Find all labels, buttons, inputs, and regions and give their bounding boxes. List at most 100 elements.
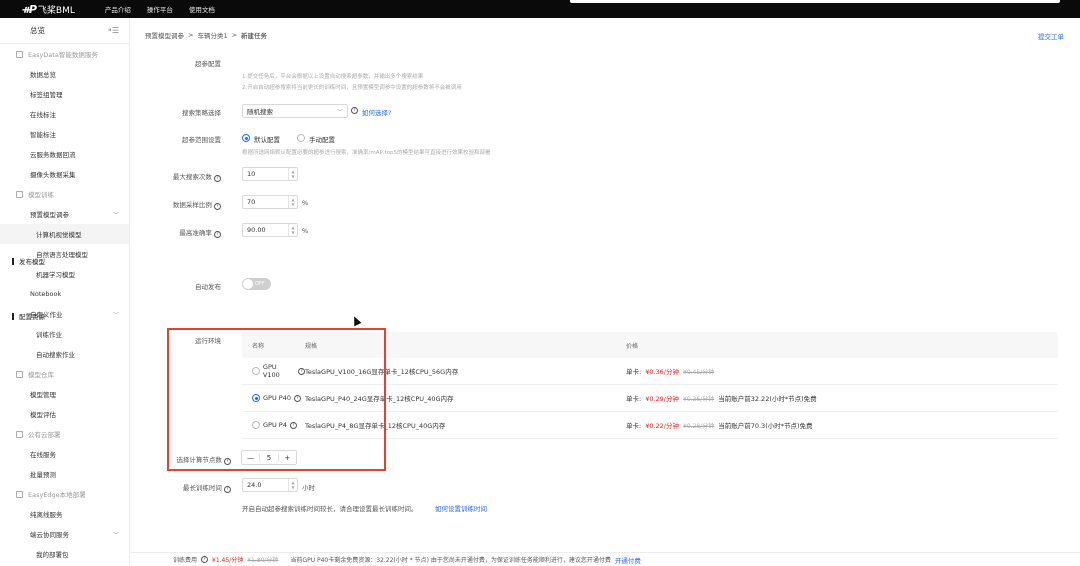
sidebar-item-preset-tuning[interactable]: 预置模型调参 ﹀ — [0, 204, 129, 224]
top-nav: 产品介绍 操作平台 使用文档 — [105, 4, 215, 14]
breadcrumb-separator: > — [188, 31, 194, 39]
submit-ticket-link[interactable]: 提交工单 — [1038, 31, 1064, 41]
spin-arrows-icon: ▲ ▼ — [288, 196, 297, 208]
logo-mark: ᚑP — [22, 2, 37, 16]
sidebar-group-training: 模型训练 — [0, 184, 129, 204]
max-train-time-unit: 小时 — [302, 484, 315, 492]
help-icon[interactable]: ? — [351, 107, 358, 114]
sample-ratio-unit: % — [302, 199, 309, 207]
max-search-input[interactable]: 10 ▲ ▼ — [242, 167, 298, 181]
range-default-radio[interactable] — [242, 134, 250, 142]
sidebar-item-model-eval[interactable]: 模型评估 — [0, 404, 129, 424]
sidebar-item-training-job[interactable]: 训练作业 — [0, 324, 129, 344]
logo-name: 飞桨BML — [37, 5, 75, 16]
sidebar-item-notebook[interactable]: Notebook — [0, 284, 129, 304]
range-default-label: 默认配置 — [254, 136, 280, 144]
chevron-down-icon: ﹀ — [336, 108, 343, 116]
search-strategy-select[interactable]: 随机搜索 ﹀ — [242, 104, 348, 118]
cost-old-price: ¥1.80/分钟 — [247, 557, 279, 564]
range-manual-label: 手动配置 — [309, 136, 335, 144]
sidebar-item-camera-collect[interactable]: 摄像头数据采集 — [0, 164, 129, 184]
sidebar-group-easyedge: EasyEdge本地部署 — [0, 484, 129, 504]
max-accuracy-unit: % — [302, 227, 309, 235]
sidebar-item-label-groups[interactable]: 标签组管理 — [0, 84, 129, 104]
highlight-box — [167, 328, 386, 471]
top-search-box[interactable] — [570, 0, 1060, 3]
sidebar-item-offline-service[interactable]: 纯离线服务 — [0, 504, 129, 524]
nav-platform[interactable]: 操作平台 — [147, 4, 173, 14]
param-range-hint: 根据所选网络默认配置必要的超参进行搜索，准确率/mAP top5的模型结果可直接… — [242, 150, 491, 156]
cost-note: 当前GPU P40卡剩余免费资源：32.22(小时 * 节点) 由于您尚未开通付… — [290, 557, 611, 564]
sidebar: 总览 ⁍☰ EasyData智能数据服务 数据总览 标签组管理 在线标注 智能标… — [0, 18, 130, 566]
help-icon: ? — [224, 486, 231, 493]
sidebar-header: 总览 ⁍☰ — [0, 18, 129, 44]
chevron-down-icon: ﹀ — [112, 531, 119, 539]
sidebar-item-model-manage[interactable]: 模型管理 — [0, 384, 129, 404]
sidebar-item-ml-model[interactable]: 机器学习模型 — [0, 264, 129, 284]
cost-footer: 训练费用 ? ¥1.45/分钟 ¥1.80/分钟 当前GPU P40卡剩余免费资… — [131, 552, 1080, 566]
help-icon: ? — [214, 175, 221, 182]
set-train-time-link[interactable]: 如何设置训练时间 — [435, 503, 487, 513]
auto-publish-toggle[interactable]: OFF — [242, 278, 271, 290]
gear-icon — [16, 490, 23, 498]
chevron-down-icon: ﹀ — [112, 311, 119, 319]
cost-price: ¥1.45/分钟 — [212, 557, 244, 564]
app-logo[interactable]: ᚑP 飞桨BML — [22, 3, 75, 16]
sidebar-item-cloud-data-return[interactable]: 云服务数据回流 — [0, 144, 129, 164]
hyperparam-hint-2: 2.开启自动超参搜索将当前更长的训练时间，且预置模型调参中设置的超参数将不会被调… — [242, 85, 462, 91]
grid-icon — [16, 430, 23, 438]
help-icon: ? — [214, 231, 221, 238]
breadcrumb-current: 新建任务 — [241, 32, 268, 40]
sidebar-group-cloud-deploy: 公有云部署 — [0, 424, 129, 444]
nav-product-intro[interactable]: 产品介绍 — [105, 4, 131, 14]
nav-docs[interactable]: 使用文档 — [189, 4, 215, 14]
hyperparam-hint-1: 1.提交任务后，平台会根据以上设置自动搜索超参数，并输出多个搜索结果 — [242, 74, 424, 80]
spin-arrows-icon: ▲ ▼ — [288, 224, 297, 236]
resource-section-title: 配置资源 — [12, 311, 45, 321]
breadcrumb-separator: > — [231, 31, 238, 39]
sidebar-item-cv-model[interactable]: 计算机视觉模型 — [0, 224, 129, 244]
hyperparam-label: 超参配置 — [195, 60, 221, 68]
breadcrumb: 预置模型调参 > 车辆分类1 > 新建任务 — [131, 18, 1080, 52]
sidebar-item-online-service[interactable]: 在线服务 — [0, 444, 129, 464]
chevron-down-icon: ﹀ — [112, 211, 119, 219]
auto-publish-label: 自动发布 — [195, 283, 221, 291]
search-strategy-value: 随机搜索 — [247, 108, 273, 116]
search-strategy-label: 搜索策略选择 — [182, 109, 221, 117]
warehouse-icon — [16, 370, 23, 378]
cost-label: 训练费用 — [173, 557, 198, 564]
max-search-label: 最大搜索次数 ? — [141, 171, 221, 182]
spin-arrows-icon: ▲ ▼ — [288, 479, 297, 491]
max-train-time-hint: 开启自动超参搜索训练时间较长，请合理设置最长训练时间。 — [242, 505, 418, 513]
range-manual-radio[interactable] — [297, 134, 305, 142]
sidebar-title[interactable]: 总览 — [30, 25, 45, 36]
sidebar-group-model-repo: 模型仓库 — [0, 364, 129, 384]
enable-payment-link[interactable]: 开通付费 — [615, 555, 641, 565]
sidebar-item-data-overview[interactable]: 数据总览 — [0, 64, 129, 84]
sidebar-item-online-labeling[interactable]: 在线标注 — [0, 104, 129, 124]
sidebar-item-smart-labeling[interactable]: 智能标注 — [0, 124, 129, 144]
data-icon — [16, 50, 23, 58]
cube-icon — [16, 190, 23, 198]
sample-ratio-label: 数据采样比例 ? — [141, 199, 221, 210]
sidebar-item-auto-search-job[interactable]: 自动搜索作业 — [0, 344, 129, 364]
spin-arrows-icon: ▲ ▼ — [288, 168, 297, 180]
max-accuracy-input[interactable]: 90.00 ▲ ▼ — [242, 223, 298, 237]
publish-section-title: 发布模型 — [12, 256, 45, 266]
collapse-icon[interactable]: ⁍☰ — [108, 26, 119, 35]
help-icon[interactable]: ? — [201, 556, 209, 563]
sample-ratio-input[interactable]: 70 ▲ ▼ — [242, 195, 298, 209]
breadcrumb-vehicle[interactable]: 车辆分类1 — [197, 30, 227, 40]
how-to-choose-link[interactable]: 如何选择? — [362, 107, 391, 117]
top-navbar: ᚑP 飞桨BML 产品介绍 操作平台 使用文档 — [0, 0, 1080, 18]
breadcrumb-preset-tuning[interactable]: 预置模型调参 — [145, 30, 184, 40]
max-train-time-input[interactable]: 24.0 ▲ ▼ — [242, 478, 298, 492]
sidebar-group-easydata: EasyData智能数据服务 — [0, 44, 129, 64]
sidebar-item-my-packages[interactable]: 我的部署包 — [0, 544, 129, 564]
help-icon: ? — [214, 203, 221, 210]
max-train-time-label: 最长训练时间 ? — [151, 482, 231, 493]
sidebar-item-edge-cloud[interactable]: 端云协同服务 ﹀ — [0, 524, 129, 544]
sidebar-item-batch-predict[interactable]: 批量预测 — [0, 464, 129, 484]
max-accuracy-label: 最高准确率 ? — [141, 227, 221, 238]
param-range-label: 超参范围设置 — [182, 136, 221, 144]
